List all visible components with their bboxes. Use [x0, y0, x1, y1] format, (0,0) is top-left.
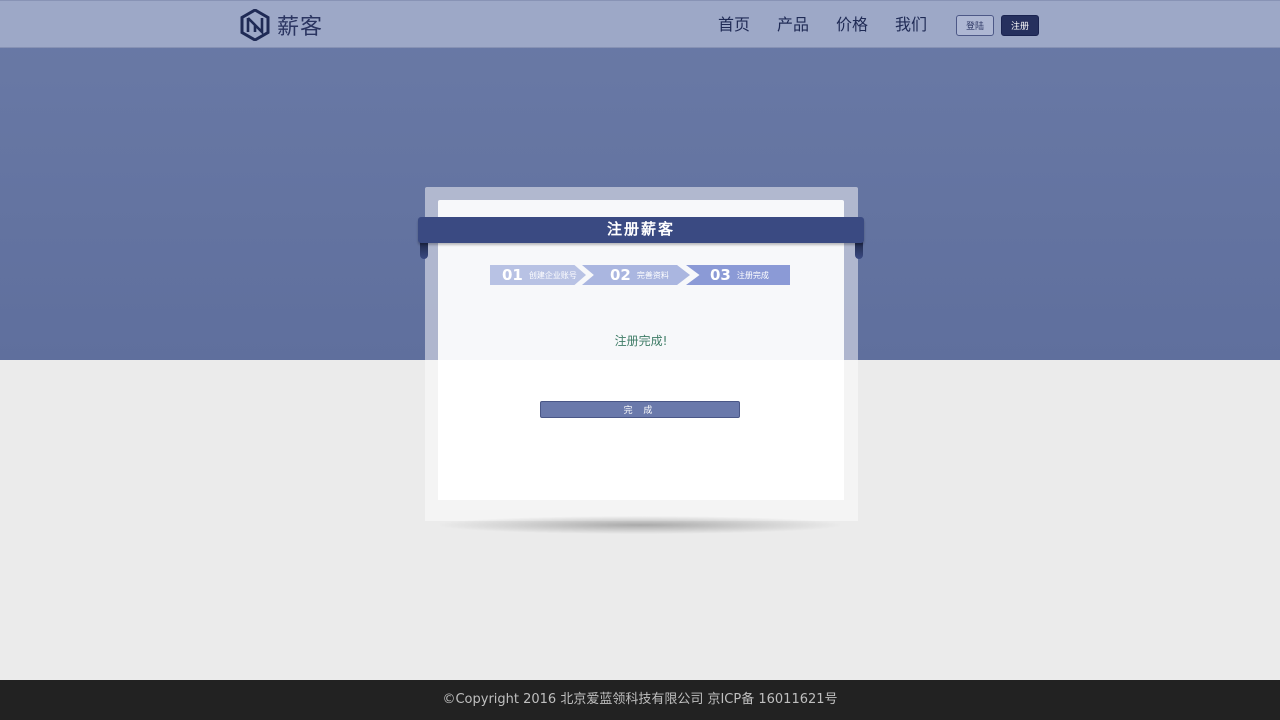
top-header: 薪客 首页 产品 价格 我们 登陆 注册 — [0, 0, 1280, 48]
card-shadow — [440, 516, 840, 534]
nav-item-about[interactable]: 我们 — [895, 14, 927, 36]
ribbon-fold-right — [855, 241, 863, 259]
register-button[interactable]: 注册 — [1001, 15, 1039, 36]
step-complete-profile: 02 完善资料 — [582, 265, 690, 285]
card-title: 注册薪客 — [606, 220, 675, 238]
card-panel-lower — [438, 360, 844, 500]
logo-text: 薪客 — [277, 15, 324, 40]
footer: ©Copyright 2016 北京爱蓝领科技有限公司 京ICP备 160116… — [0, 680, 1280, 720]
login-button[interactable]: 登陆 — [956, 15, 994, 36]
step-number: 02 — [610, 266, 631, 284]
step-number: 01 — [502, 266, 523, 284]
copyright-text: ©Copyright 2016 北京爱蓝领科技有限公司 京ICP备 160116… — [442, 692, 838, 707]
nav-item-home[interactable]: 首页 — [718, 14, 750, 36]
main-nav: 首页 产品 价格 我们 — [718, 14, 927, 36]
success-message: 注册完成! — [614, 334, 668, 348]
step-label: 完善资料 — [636, 270, 669, 280]
step-registration-done: 03 注册完成 — [686, 265, 790, 285]
logo-icon — [240, 9, 270, 41]
step-number: 03 — [710, 266, 731, 284]
progress-steps: 01 创建企业账号 02 完善资料 03 注册完成 — [490, 265, 790, 285]
ribbon-fold-left — [420, 241, 428, 259]
nav-item-products[interactable]: 产品 — [777, 14, 809, 36]
complete-button[interactable]: 完 成 — [540, 401, 740, 418]
step-create-account: 01 创建企业账号 — [490, 265, 586, 285]
nav-item-pricing[interactable]: 价格 — [836, 14, 868, 36]
step-label: 注册完成 — [736, 270, 769, 280]
logo[interactable]: 薪客 — [240, 9, 323, 41]
step-label: 创建企业账号 — [528, 270, 577, 280]
